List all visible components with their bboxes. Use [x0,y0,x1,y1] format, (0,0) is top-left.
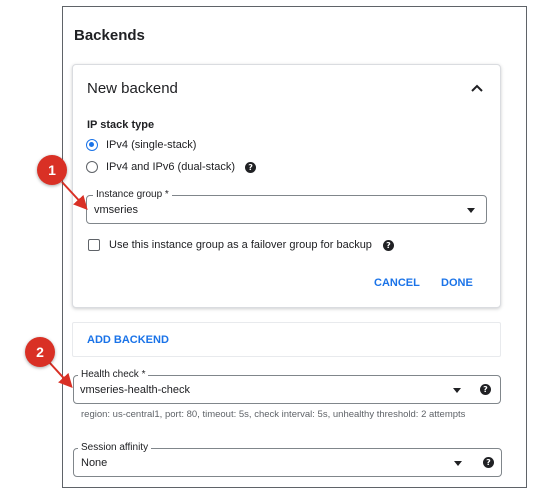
callout-badge-1: 1 [37,155,67,185]
callout-arrows [48,181,88,388]
callout-arrow-1 [61,181,88,210]
callout-arrow-2 [48,361,73,388]
callout-badge-2: 2 [25,337,55,367]
